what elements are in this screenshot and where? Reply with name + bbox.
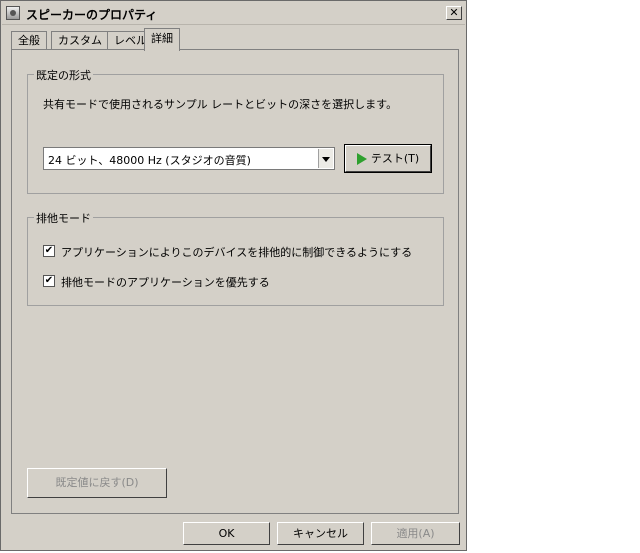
allow-exclusive-label[interactable]: アプリケーションによりこのデバイスを排他的に制御できるようにする bbox=[61, 244, 412, 260]
test-button-label: テスト(T) bbox=[370, 152, 420, 165]
priority-exclusive-label[interactable]: 排他モードのアプリケーションを優先する bbox=[61, 274, 270, 290]
speaker-icon bbox=[6, 6, 20, 20]
check-icon: ✔ bbox=[44, 245, 54, 256]
default-format-legend: 既定の形式 bbox=[34, 67, 93, 83]
exclusive-mode-group: 排他モード ✔ アプリケーションによりこのデバイスを排他的に制御できるようにする… bbox=[27, 210, 444, 306]
default-format-description: 共有モードで使用されるサンプル レートとビットの深さを選択します。 bbox=[43, 98, 398, 111]
exclusive-mode-legend: 排他モード bbox=[34, 210, 93, 226]
play-icon bbox=[356, 153, 367, 165]
test-button[interactable]: テスト(T) bbox=[344, 144, 432, 173]
check-icon: ✔ bbox=[44, 275, 54, 286]
tab-general[interactable]: 全般 bbox=[11, 31, 47, 50]
restore-defaults-button[interactable]: 既定値に戻す(D) bbox=[27, 468, 167, 498]
chevron-down-icon[interactable] bbox=[318, 149, 333, 168]
ok-label: OK bbox=[218, 527, 235, 540]
ok-button[interactable]: OK bbox=[183, 522, 270, 545]
title-bar[interactable]: スピーカーのプロパティ ✕ bbox=[2, 2, 465, 25]
tab-panel-advanced: 既定の形式 共有モードで使用されるサンプル レートとビットの深さを選択します。 … bbox=[11, 49, 459, 514]
close-button[interactable]: ✕ bbox=[446, 6, 462, 20]
format-select-value: 24 ビット、48000 Hz (スタジオの音質) bbox=[48, 154, 251, 167]
properties-dialog: スピーカーのプロパティ ✕ 全般 カスタム レベル 詳細 既定の形式 共有モード… bbox=[0, 0, 467, 551]
apply-label: 適用(A) bbox=[396, 527, 435, 540]
restore-defaults-label: 既定値に戻す(D) bbox=[55, 476, 139, 489]
default-format-group: 既定の形式 共有モードで使用されるサンプル レートとビットの深さを選択します。 … bbox=[27, 67, 444, 194]
tab-custom[interactable]: カスタム bbox=[51, 31, 109, 50]
priority-exclusive-checkbox[interactable]: ✔ bbox=[43, 275, 55, 287]
tab-advanced[interactable]: 詳細 bbox=[144, 28, 180, 51]
close-icon: ✕ bbox=[449, 6, 459, 19]
allow-exclusive-checkbox[interactable]: ✔ bbox=[43, 245, 55, 257]
apply-button[interactable]: 適用(A) bbox=[371, 522, 460, 545]
cancel-label: キャンセル bbox=[293, 527, 348, 540]
cancel-button[interactable]: キャンセル bbox=[277, 522, 364, 545]
window-title: スピーカーのプロパティ bbox=[26, 8, 158, 22]
format-select[interactable]: 24 ビット、48000 Hz (スタジオの音質) bbox=[43, 147, 335, 170]
